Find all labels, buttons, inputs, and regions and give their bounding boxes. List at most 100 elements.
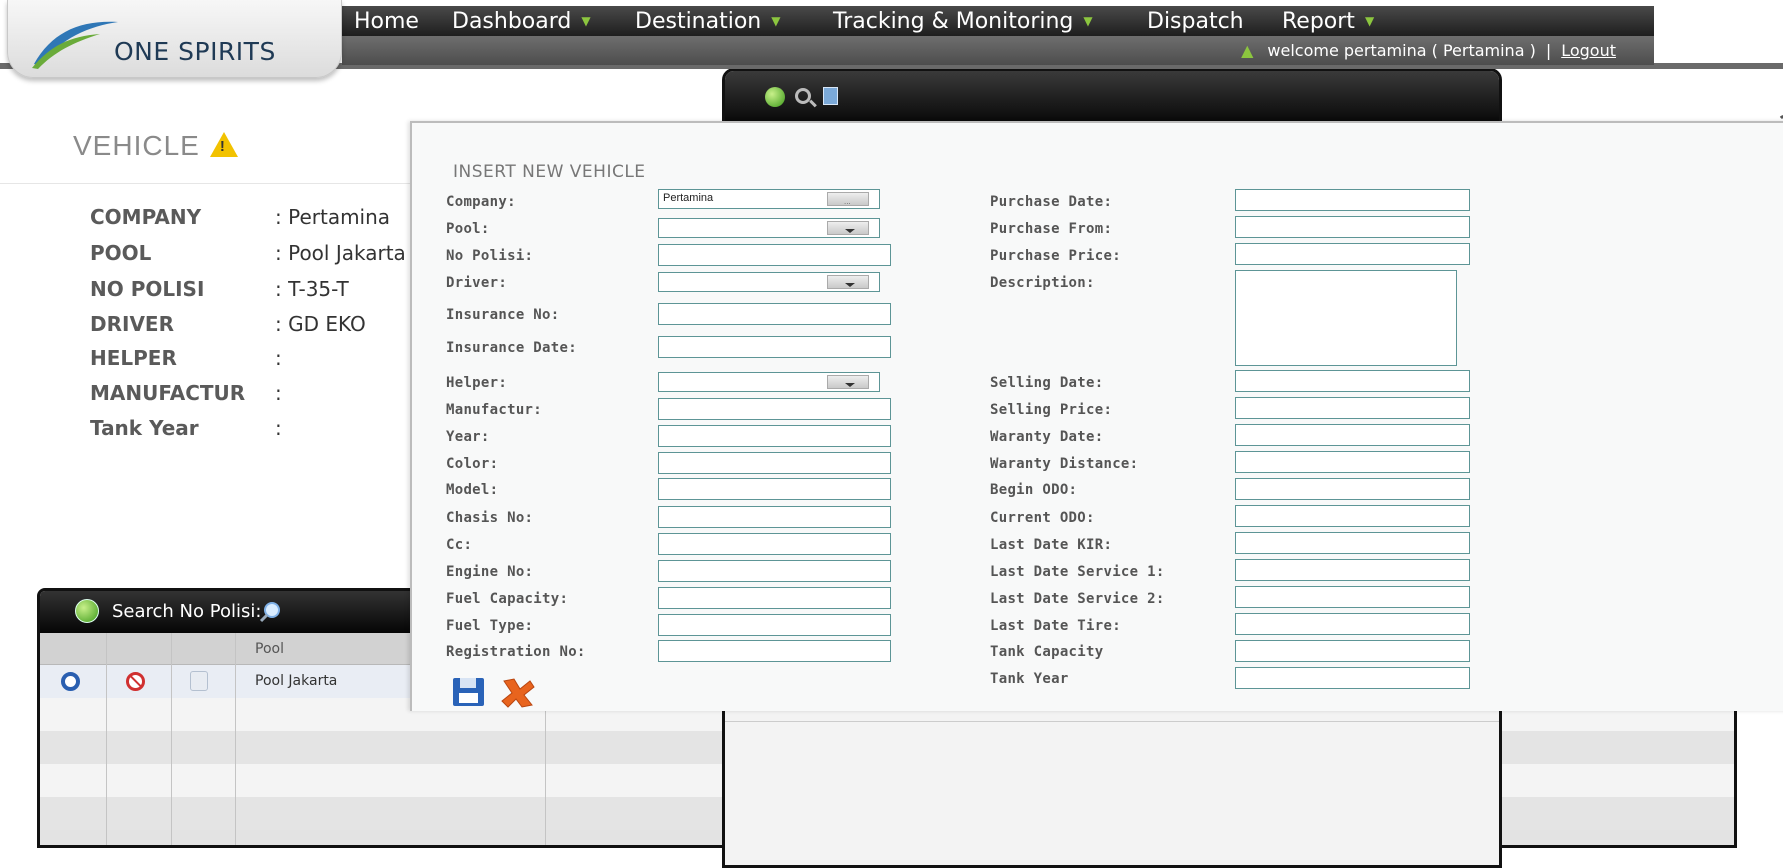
- purchase-date-input[interactable]: [1235, 189, 1470, 211]
- menu-report[interactable]: Report ▼: [1282, 9, 1374, 34]
- waranty-date-label: Waranty Date:: [990, 429, 1104, 445]
- model-input[interactable]: [658, 478, 891, 500]
- no-polisi-input[interactable]: [658, 244, 891, 266]
- manufactur-input[interactable]: [658, 398, 891, 420]
- cell-pool: Pool Jakarta: [255, 673, 338, 689]
- year-label: Year:: [446, 429, 490, 445]
- menu-dashboard[interactable]: Dashboard ▼: [452, 9, 591, 34]
- last-date-service-2-label: Last Date Service 2:: [990, 591, 1165, 607]
- title-divider: [0, 183, 420, 184]
- menu-destination[interactable]: Destination ▼: [635, 9, 780, 34]
- edit-icon[interactable]: [61, 672, 80, 691]
- last-date-tire-label: Last Date Tire:: [990, 618, 1121, 634]
- user-icon: ▲: [1241, 41, 1254, 60]
- insurance-no-label: Insurance No:: [446, 307, 560, 323]
- add-icon[interactable]: [765, 87, 785, 107]
- cc-label: Cc:: [446, 537, 473, 553]
- cancel-icon[interactable]: [500, 675, 536, 709]
- detail-value-helper: :: [275, 346, 282, 370]
- purchase-price-input[interactable]: [1235, 243, 1470, 265]
- menu-dispatch[interactable]: Dispatch: [1147, 9, 1244, 34]
- insurance-date-label: Insurance Date:: [446, 340, 577, 356]
- tank-capacity-label: Tank Capacity: [990, 644, 1104, 660]
- selling-date-input[interactable]: [1235, 370, 1470, 392]
- company-label: Company:: [446, 194, 516, 210]
- no-polisi-label: No Polisi:: [446, 248, 534, 264]
- fuel-type-input[interactable]: [658, 614, 891, 636]
- last-date-tire-input[interactable]: [1235, 613, 1470, 635]
- begin-odo-label: Begin ODO:: [990, 482, 1078, 498]
- waranty-date-input[interactable]: [1235, 424, 1470, 446]
- last-date-service-1-label: Last Date Service 1:: [990, 564, 1165, 580]
- tank-year-input[interactable]: [1235, 667, 1470, 689]
- chasis-no-input[interactable]: [658, 506, 891, 528]
- waranty-distance-input[interactable]: [1235, 451, 1470, 473]
- column-divider: [235, 633, 236, 845]
- chasis-no-label: Chasis No:: [446, 510, 534, 526]
- registration-no-input[interactable]: [658, 640, 891, 662]
- tank-capacity-input[interactable]: [1235, 640, 1470, 662]
- divider: [725, 721, 1499, 722]
- helper-select[interactable]: [658, 372, 880, 392]
- menu-tracking-label: Tracking & Monitoring: [833, 9, 1074, 34]
- insurance-date-input[interactable]: [658, 336, 891, 358]
- refresh-icon[interactable]: [1778, 115, 1783, 129]
- purchase-from-label: Purchase From:: [990, 221, 1113, 237]
- save-icon[interactable]: [453, 678, 484, 706]
- column-header-pool[interactable]: Pool: [255, 641, 284, 657]
- insurance-no-input[interactable]: [658, 303, 891, 325]
- fuel-capacity-input[interactable]: [658, 587, 891, 609]
- logout-link[interactable]: Logout: [1561, 41, 1616, 60]
- detail-label-pool: POOL: [90, 241, 152, 265]
- last-date-service-2-input[interactable]: [1235, 586, 1470, 608]
- purchase-from-input[interactable]: [1235, 216, 1470, 238]
- company-value: Pertamina: [663, 192, 714, 204]
- logo[interactable]: ONE SPIRITS: [7, 0, 342, 78]
- view-icon[interactable]: [190, 671, 208, 691]
- detail-value-no-polisi: : T-35-T: [275, 277, 349, 301]
- color-input[interactable]: [658, 452, 891, 474]
- detail-label-manufactur: MANUFACTUR: [90, 381, 246, 405]
- selling-date-label: Selling Date:: [990, 375, 1104, 391]
- pool-dropdown-button[interactable]: [827, 221, 869, 235]
- find-icon[interactable]: [795, 88, 811, 104]
- delete-icon[interactable]: [126, 672, 145, 691]
- driver-dropdown-button[interactable]: [827, 275, 869, 289]
- page-title: VEHICLE: [73, 130, 238, 162]
- helper-dropdown-button[interactable]: [827, 375, 869, 389]
- chevron-down-icon: [845, 229, 855, 233]
- detail-label-driver: DRIVER: [90, 312, 174, 336]
- company-lookup[interactable]: Pertamina ...: [658, 189, 880, 209]
- save-icon-slot: [460, 678, 476, 688]
- menu-tracking-monitoring[interactable]: Tracking & Monitoring ▼: [833, 9, 1093, 34]
- current-odo-input[interactable]: [1235, 505, 1470, 527]
- menu-home[interactable]: Home: [354, 9, 419, 34]
- year-input[interactable]: [658, 425, 891, 447]
- tank-year-label: Tank Year: [990, 671, 1069, 687]
- last-date-kir-input[interactable]: [1235, 532, 1470, 554]
- save-icon-label: [459, 693, 478, 703]
- ellipsis-icon: ...: [844, 197, 851, 206]
- add-icon[interactable]: [75, 599, 99, 623]
- swoosh-logo-icon: [32, 21, 118, 69]
- detail-label-tank-year: Tank Year: [90, 416, 199, 440]
- search-icon[interactable]: [258, 600, 282, 624]
- dialog-title: INSERT NEW VEHICLE: [453, 162, 646, 182]
- last-date-service-1-input[interactable]: [1235, 559, 1470, 581]
- driver-select[interactable]: [658, 272, 880, 292]
- chevron-down-icon: ▼: [771, 14, 781, 28]
- pool-select[interactable]: [658, 218, 880, 238]
- detail-value-manufactur: :: [275, 381, 282, 405]
- fuel-type-label: Fuel Type:: [446, 618, 534, 634]
- begin-odo-input[interactable]: [1235, 478, 1470, 500]
- helper-label: Helper:: [446, 375, 508, 391]
- engine-no-input[interactable]: [658, 560, 891, 582]
- menu-home-label: Home: [354, 9, 419, 34]
- document-icon[interactable]: [823, 87, 838, 105]
- selling-price-input[interactable]: [1235, 397, 1470, 419]
- lookup-button[interactable]: ...: [827, 192, 869, 206]
- pool-label: Pool:: [446, 221, 490, 237]
- waranty-distance-label: Waranty Distance:: [990, 456, 1139, 472]
- cc-input[interactable]: [658, 533, 891, 555]
- description-textarea[interactable]: [1235, 270, 1457, 366]
